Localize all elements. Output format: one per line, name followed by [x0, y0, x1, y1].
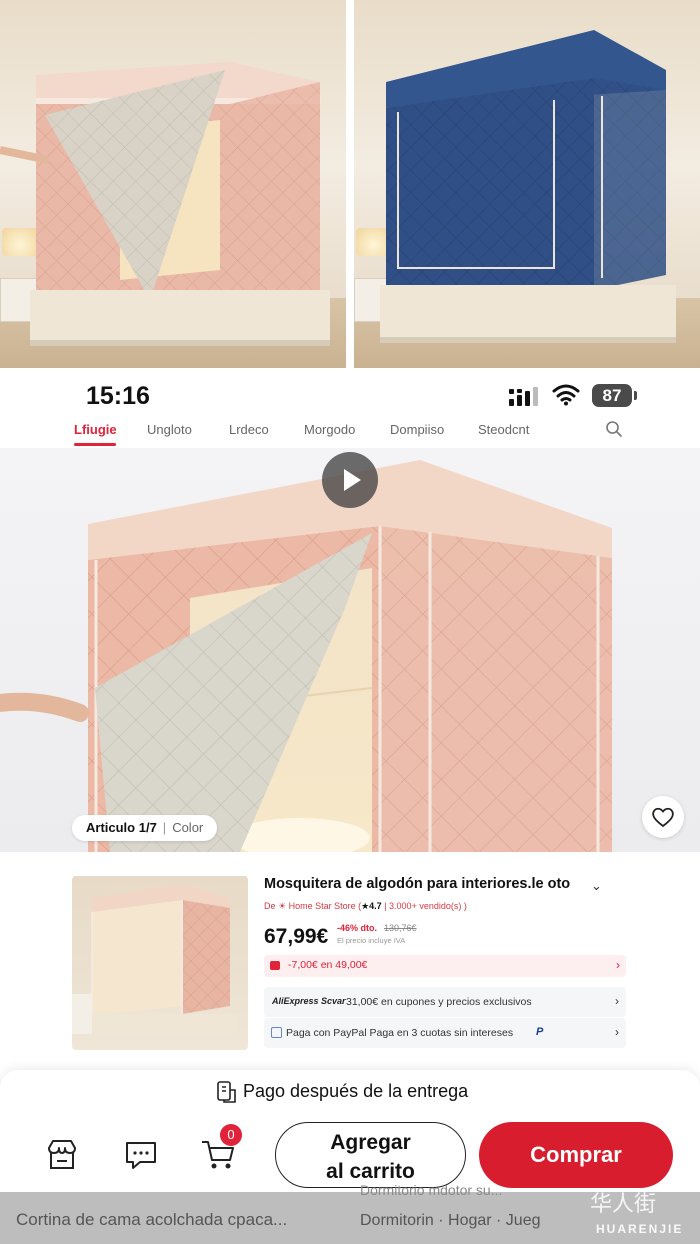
photo-collage	[0, 0, 700, 368]
product-title[interactable]: Mosquitera de algodón para interiores.le…	[264, 876, 604, 892]
recommendation-title-ghost: Dormitorio mdotor su...	[360, 1182, 503, 1198]
paypal-text: Paga con PayPal Paga en 3 cuotas sin int…	[286, 1027, 514, 1039]
current-price: 67,99€	[264, 925, 329, 948]
tab-3[interactable]: Morgodo	[304, 422, 355, 437]
search-icon[interactable]	[605, 420, 623, 438]
paypal-installments-row[interactable]: Paga con PayPal Paga en 3 cuotas sin int…	[264, 1018, 626, 1048]
tab-4[interactable]: Dompiiso	[390, 422, 444, 437]
watermark-logo: 华人街 HUARENJIE	[560, 1186, 700, 1244]
add-to-cart-label-line1: Agregar	[330, 1131, 411, 1155]
coupon-row[interactable]: -7,00€ en 49,00€ ›	[264, 955, 626, 977]
blue-canopy-illustration	[380, 30, 676, 343]
chevron-down-icon[interactable]: ⌄	[591, 878, 602, 894]
heart-icon	[652, 807, 674, 828]
tab-0[interactable]: Lfiugie	[74, 422, 117, 437]
add-to-cart-label-line2: al carrito	[326, 1159, 415, 1183]
gallery-count: Articulo 1/7	[86, 820, 157, 835]
hero-canopy-illustration	[0, 460, 612, 852]
add-to-cart-button[interactable]: Agregar al carrito	[275, 1122, 466, 1188]
recommendation-title-1[interactable]: Cortina de cama acolchada cpaca...	[16, 1210, 287, 1230]
chat-message-icon[interactable]	[124, 1139, 158, 1171]
chevron-right-icon: ›	[615, 1025, 619, 1039]
promo-brand-logo: AliExpress Scvar	[272, 996, 346, 1006]
product-hero-image[interactable]	[0, 448, 700, 852]
chevron-right-icon: ›	[615, 994, 619, 1008]
discount-badge: -46% dto.	[337, 923, 378, 933]
play-video-button[interactable]	[322, 452, 378, 508]
watermark-english: HUARENJIE	[596, 1222, 684, 1236]
aliexpress-promo-row[interactable]: AliExpress Scvar 31,00€ en cupones y pre…	[264, 987, 626, 1017]
store-rating: ★4.7	[361, 901, 382, 911]
promo-text: 31,00€ en cupones y precios exclusivos	[346, 996, 532, 1008]
cash-on-delivery-icon	[217, 1081, 236, 1103]
cart-count-badge: 0	[220, 1124, 242, 1146]
battery-indicator: 87	[592, 384, 632, 407]
wishlist-button[interactable]	[642, 796, 684, 838]
battery-tip	[634, 391, 637, 400]
wifi-icon	[552, 384, 580, 406]
pink-canopy-photo	[0, 0, 346, 368]
chevron-right-icon: ›	[616, 958, 620, 972]
card-icon	[271, 1027, 282, 1038]
active-tab-indicator	[74, 443, 116, 446]
product-thumbnail[interactable]	[72, 876, 248, 1050]
status-time: 15:16	[86, 382, 150, 410]
original-price: 130,76€	[384, 923, 417, 933]
blue-canopy-photo	[354, 0, 700, 368]
category-tabs: Lfiugie Ungloto Lrdeco Morgodo Dompiiso …	[0, 418, 700, 448]
gallery-color-label: Color	[172, 820, 204, 835]
paypal-logo-icon: P	[536, 1026, 544, 1038]
pay-on-delivery-text: Pago después de la entrega	[243, 1081, 469, 1101]
thumbnail-canopy-illustration	[72, 884, 238, 1034]
tab-5[interactable]: Steodcnt	[478, 422, 529, 437]
cellular-signal-icon	[509, 387, 538, 406]
store-name: De ☀ Home Star Store (	[264, 901, 362, 911]
store-icon[interactable]	[45, 1138, 79, 1172]
tax-note: El precio incluye IVA	[337, 936, 406, 945]
store-info[interactable]: De ☀ Home Star Store (★4.7 | 3.000+ vend…	[264, 901, 467, 912]
coupon-text: -7,00€ en 49,00€	[288, 959, 368, 971]
buy-now-button[interactable]: Comprar	[479, 1122, 673, 1188]
tab-2[interactable]: Lrdeco	[229, 422, 269, 437]
coupon-icon	[270, 961, 280, 970]
pink-canopy-illustration	[0, 62, 330, 346]
tab-1[interactable]: Ungloto	[147, 422, 192, 437]
recommendation-title-2[interactable]: Dormitorin · Hogar · Jueg	[360, 1212, 541, 1230]
watermark-chinese: 华人街	[590, 1192, 657, 1217]
gallery-counter[interactable]: Articulo 1/7 | Color	[72, 815, 218, 841]
sold-count: | 3.000+ vendido(s) )	[381, 901, 467, 911]
